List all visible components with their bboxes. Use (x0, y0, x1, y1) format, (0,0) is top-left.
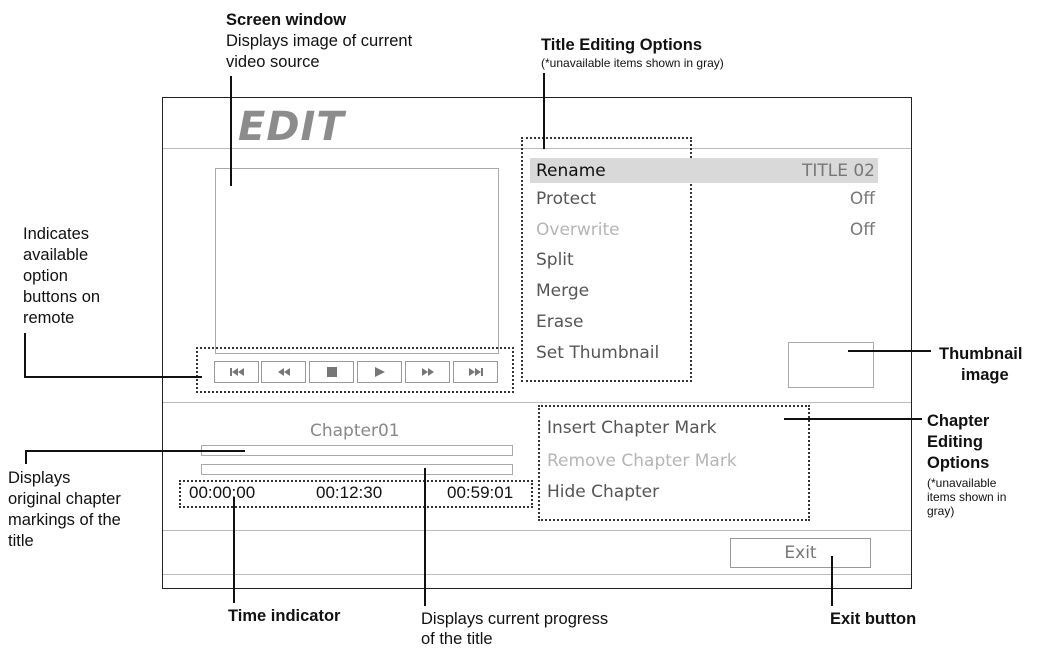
callout-progress-2: of the title (421, 630, 493, 648)
play-icon (374, 367, 385, 377)
callout-chapter-editing-2: Editing (927, 433, 983, 451)
callout-chapter-editing-3: Options (927, 454, 990, 472)
callout-title-editing-title: Title Editing Options (541, 36, 703, 54)
callout-chapter-markings-3: markings of the (8, 511, 121, 529)
skip-forward-icon (468, 368, 483, 376)
callout-option-buttons-2: available (23, 246, 89, 264)
callout-option-buttons-3: option (23, 267, 68, 285)
chapter-option-remove: Remove Chapter Mark (547, 451, 737, 471)
callout-chapter-editing-1: Chapter (927, 412, 990, 430)
leader-chapter-markings-h (25, 450, 245, 452)
stop-button[interactable] (309, 361, 354, 383)
time-current: 00:12:30 (316, 483, 383, 502)
rewind-button[interactable] (261, 361, 306, 383)
menu-value-protect: Off (849, 189, 875, 209)
chapter-option-insert[interactable]: Insert Chapter Mark (547, 418, 716, 438)
leader-progress (424, 468, 426, 606)
stop-icon (326, 367, 337, 377)
leader-option-buttons-v (24, 333, 26, 378)
callout-progress-1: Displays current progress (421, 610, 609, 628)
menu-value-rename: TITLE 02 (801, 161, 875, 181)
leader-chapter-markings-v (25, 450, 27, 464)
callout-chapter-markings-4: title (8, 532, 34, 550)
menu-item-set-thumbnail[interactable]: Set Thumbnail (536, 341, 659, 365)
menu-item-overwrite: Overwrite (536, 220, 620, 240)
leader-time-indicator (233, 497, 235, 603)
progress-bar (201, 464, 513, 475)
callout-chapter-markings-1: Displays (8, 469, 71, 487)
chapter-markings-bar (201, 445, 513, 456)
screen-title: EDIT (238, 104, 345, 150)
callout-screen-window-text-1: Displays image of current (226, 32, 413, 50)
callout-thumbnail-2: image (961, 366, 1009, 384)
menu-value-overwrite: Off (849, 220, 875, 240)
callout-screen-window-title: Screen window (226, 11, 347, 29)
rewind-icon (277, 368, 290, 376)
callout-chapter-markings-2: original chapter (8, 490, 121, 508)
callout-time-indicator: Time indicator (228, 607, 341, 625)
leader-option-buttons-h (24, 376, 202, 378)
callout-chapter-editing-note-1: (*unavailable (927, 476, 997, 490)
menu-item-rename[interactable]: Rename (536, 159, 606, 183)
skip-back-icon (229, 368, 244, 376)
time-end: 00:59:01 (447, 483, 514, 502)
time-start: 00:00:00 (189, 483, 256, 502)
leader-exit-button (831, 556, 833, 606)
menu-item-erase[interactable]: Erase (536, 310, 583, 334)
leader-chapter-editing (784, 418, 922, 420)
video-preview-window (215, 168, 499, 354)
fast-forward-icon (421, 368, 434, 376)
callout-exit-button: Exit button (830, 610, 917, 628)
callout-option-buttons-4: buttons on (23, 288, 101, 306)
menu-item-merge[interactable]: Merge (536, 279, 589, 303)
play-button[interactable] (357, 361, 402, 383)
leader-title-editing (543, 73, 545, 149)
callout-chapter-editing-note-2: items shown in (927, 490, 1007, 504)
mid-divider (163, 402, 911, 403)
chapter-label: Chapter01 (310, 421, 400, 441)
callout-option-buttons-5: remote (23, 309, 75, 327)
footer-divider-top (163, 530, 911, 531)
leader-screen-window (230, 76, 232, 186)
callout-screen-window-text-2: video source (226, 53, 320, 71)
fast-forward-button[interactable] (405, 361, 450, 383)
footer-divider-bottom (163, 574, 911, 575)
skip-forward-button[interactable] (453, 361, 498, 383)
leader-thumbnail (848, 350, 931, 352)
menu-item-split[interactable]: Split (536, 248, 574, 272)
menu-item-protect[interactable]: Protect (536, 187, 596, 211)
skip-back-button[interactable] (214, 361, 259, 383)
callout-option-buttons-1: Indicates (23, 225, 90, 243)
callout-title-editing-note: (*unavailable items shown in gray) (541, 56, 724, 70)
thumbnail-preview (788, 342, 874, 388)
callout-thumbnail-1: Thumbnail (939, 345, 1023, 363)
exit-button[interactable]: Exit (730, 538, 871, 568)
callout-chapter-editing-note-3: gray) (927, 504, 955, 518)
chapter-option-hide[interactable]: Hide Chapter (547, 482, 659, 502)
